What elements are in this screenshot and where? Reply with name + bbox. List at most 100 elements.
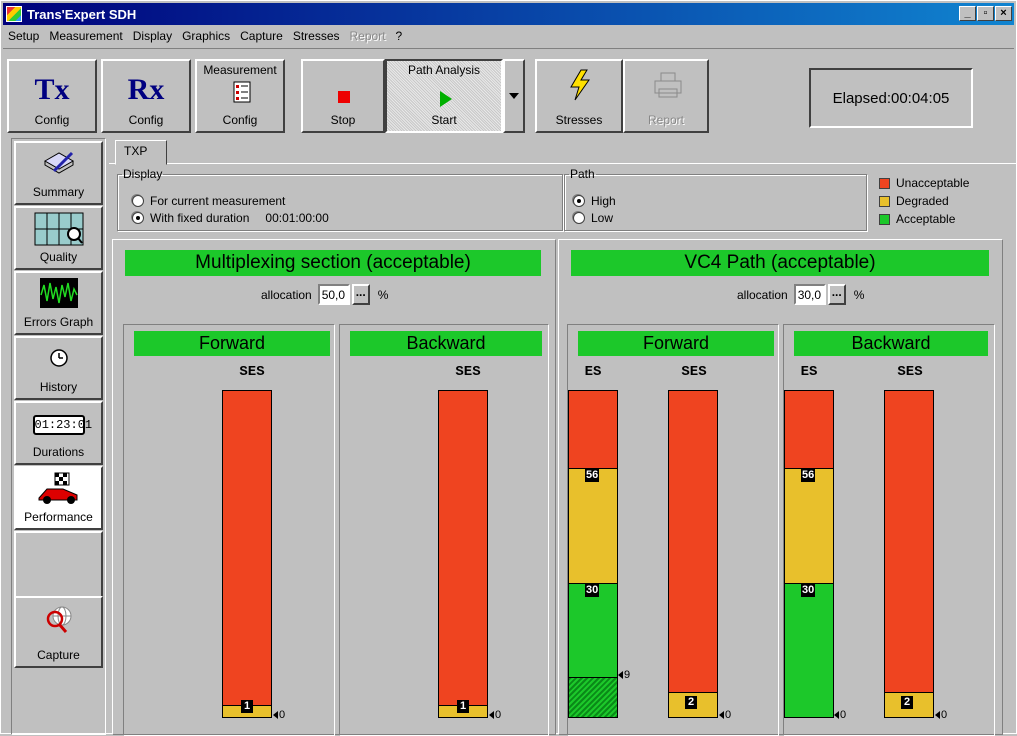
report-label: Report (647, 113, 685, 127)
vc4-backward-panel: Backward ES SES 56 30 0 2 0 (783, 324, 995, 736)
chevron-down-icon (509, 93, 519, 99)
path-low-radio[interactable]: Low (573, 210, 616, 225)
ms-allocation-more-button[interactable]: ... (351, 284, 370, 305)
vc4-forward-title: Forward (578, 331, 774, 356)
measurement-label: Measurement (203, 63, 277, 77)
zero-marker: 0 (935, 709, 947, 721)
path-group: Path High Low (564, 167, 867, 231)
legend-degraded: Degraded (879, 193, 969, 209)
ms-forward-ses-bar: 1 (222, 390, 272, 718)
vc4-backward-ses-label: SES (897, 364, 923, 380)
ms-allocation: allocation 50,0 ... % (261, 284, 388, 305)
summary-icon (43, 151, 74, 174)
vc4-forward-ses-label: SES (681, 364, 707, 380)
sidebar: Summary Quality Errors Graph History 01:… (11, 138, 106, 735)
minimize-button[interactable]: _ (959, 6, 976, 21)
current-measurement-radio[interactable]: For current measurement (132, 193, 329, 208)
threshold-marker: 30 (801, 584, 816, 597)
clock-icon (49, 349, 68, 367)
vc4-forward-es-bar: 56 30 (568, 390, 618, 718)
sidebar-item-durations[interactable]: 01:23:01 Durations (14, 401, 103, 465)
fixed-duration-label: With fixed duration (150, 210, 250, 225)
vc4-backward-title: Backward (794, 331, 988, 356)
menu-display[interactable]: Display (128, 29, 177, 43)
threshold-marker: 56 (585, 469, 600, 482)
ms-backward-panel: Backward SES 1 0 (339, 324, 549, 736)
current-measurement-label: For current measurement (150, 193, 286, 208)
stop-label: Stop (330, 113, 356, 127)
vc4-path-title: VC4 Path (acceptable) (571, 250, 989, 276)
measurement-config-label: Config (222, 113, 258, 127)
degraded-segment (785, 468, 833, 583)
capture-label: Capture (37, 648, 80, 662)
radio-selected-icon (573, 194, 585, 207)
menu-capture[interactable]: Capture (235, 29, 288, 43)
tx-config-button[interactable]: Tx Config (7, 59, 97, 133)
start-button[interactable]: Path Analysis Start (385, 59, 503, 133)
stresses-label: Stresses (555, 113, 603, 127)
legend-unacceptable-label: Unacceptable (896, 176, 970, 190)
ms-forward-panel: Forward SES 1 0 (123, 324, 335, 736)
elapsed-display: Elapsed:00:04:05 (809, 68, 973, 128)
path-high-label: High (591, 193, 616, 208)
menu-report: Report (349, 29, 386, 43)
threshold-marker: 56 (801, 469, 816, 482)
fixed-duration-radio[interactable]: With fixed duration 00:01:00:00 (132, 210, 329, 225)
rx-icon: Rx (127, 73, 165, 106)
legend-acceptable: Acceptable (879, 211, 969, 227)
vc4-forward-es-label: ES (584, 364, 602, 380)
es-value-hatch (569, 677, 617, 717)
errors-graph-label: Errors Graph (23, 315, 94, 329)
stop-icon (338, 91, 350, 103)
sidebar-item-performance[interactable]: Performance (14, 466, 103, 530)
sidebar-item-quality[interactable]: Quality (14, 206, 103, 270)
red-swatch-icon (879, 177, 890, 189)
rx-config-label: Config (128, 113, 164, 127)
legend-unacceptable: Unacceptable (879, 175, 969, 191)
menu-setup[interactable]: Setup (3, 29, 44, 43)
vc4-forward-panel: Forward ES SES 56 30 9 2 0 (567, 324, 779, 736)
sidebar-item-history[interactable]: History (14, 336, 103, 400)
tx-config-label: Config (34, 113, 70, 127)
display-legend: Display (123, 167, 163, 181)
lightning-icon (570, 69, 590, 101)
vc4-path-panel: VC4 Path (acceptable) allocation 30,0 ..… (558, 239, 1003, 736)
menu-measurement[interactable]: Measurement (44, 29, 127, 43)
ms-allocation-label: allocation (261, 287, 312, 302)
errors-graph-icon (39, 278, 78, 308)
menu-help[interactable]: ? (391, 29, 408, 43)
sidebar-item-errors-graph[interactable]: Errors Graph (14, 271, 103, 335)
main-panel: Display For current measurement With fix… (109, 165, 1015, 736)
ms-forward-title: Forward (134, 331, 330, 356)
path-high-radio[interactable]: High (573, 193, 616, 208)
tab-txp[interactable]: TXP (115, 140, 167, 165)
app-window: Trans'Expert SDH _ ▫ × Setup Measurement… (0, 0, 1017, 736)
ms-allocation-input[interactable]: 50,0 (317, 284, 350, 305)
stop-button[interactable]: Stop (301, 59, 385, 133)
display-group: Display For current measurement With fix… (117, 167, 563, 231)
measurement-config-button[interactable]: Measurement Config (195, 59, 285, 133)
printer-icon (654, 72, 682, 98)
rx-config-button[interactable]: Rx Config (101, 59, 191, 133)
vc4-backward-es-label: ES (800, 364, 818, 380)
ms-backward-ses-bar: 1 (438, 390, 488, 718)
vc4-backward-es-bar: 56 30 (784, 390, 834, 718)
sidebar-item-capture[interactable]: Capture (14, 596, 103, 668)
fixed-duration-value: 00:01:00:00 (265, 210, 329, 225)
quality-icon (34, 212, 83, 246)
restore-button[interactable]: ▫ (977, 6, 994, 21)
vc4-allocation-input[interactable]: 30,0 (793, 284, 826, 305)
start-dropdown-button[interactable] (503, 59, 525, 133)
stresses-button[interactable]: Stresses (535, 59, 623, 133)
vc4-allocation-more-button[interactable]: ... (827, 284, 846, 305)
radio-icon (573, 211, 585, 224)
sidebar-item-summary[interactable]: Summary (14, 141, 103, 205)
menu-stresses[interactable]: Stresses (288, 29, 345, 43)
green-swatch-icon (879, 213, 890, 225)
sidebar-spacer (14, 531, 103, 596)
menu-graphics[interactable]: Graphics (177, 29, 235, 43)
history-label: History (39, 380, 78, 394)
checklist-icon (233, 81, 251, 103)
close-button[interactable]: × (995, 6, 1012, 21)
yellow-swatch-icon (879, 195, 890, 207)
